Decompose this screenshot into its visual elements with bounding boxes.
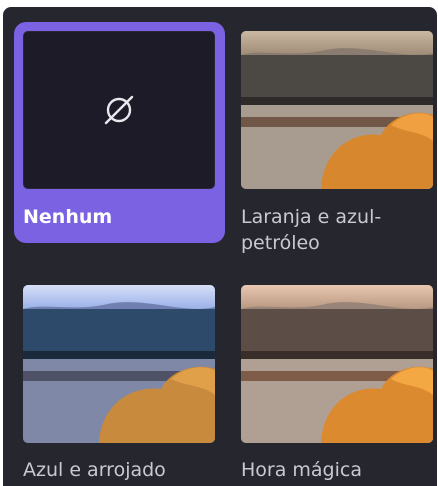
filter-thumbnail-teal-orange[interactable] (241, 31, 433, 189)
filter-label-golden-hour: Hora mágica (241, 459, 362, 481)
filter-thumbnail-none[interactable] (23, 31, 215, 189)
filter-panel: Nenhum Laranja e azul- petróleo Azul e a… (3, 7, 437, 486)
filter-label-teal-orange: Laranja e azul- petróleo (241, 206, 382, 254)
filter-label-bold-blue: Azul e arrojado (23, 459, 166, 481)
no-filter-icon (104, 95, 134, 125)
filter-thumbnail-bold-blue[interactable] (23, 285, 215, 443)
filter-thumbnail-golden-hour[interactable] (241, 285, 433, 443)
filter-label-none: Nenhum (23, 206, 113, 228)
